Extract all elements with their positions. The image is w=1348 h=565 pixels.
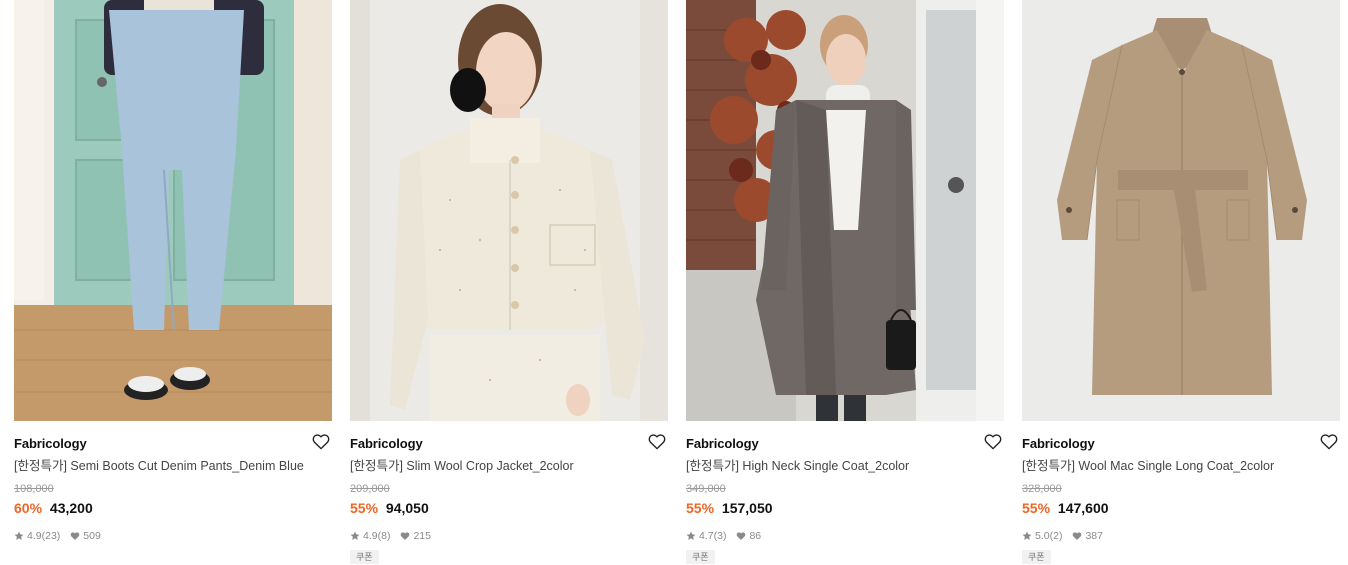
heart-filled-icon <box>70 531 80 541</box>
rating-value: 5.0 <box>1035 530 1050 542</box>
product-photo-wool-mac-coat <box>1022 0 1340 421</box>
coupon-badge: 쿠폰 <box>350 550 379 564</box>
original-price: 108,000 <box>14 483 54 495</box>
like-count: 215 <box>413 530 431 542</box>
sale-price: 94,050 <box>385 500 429 516</box>
like-count: 86 <box>749 530 762 542</box>
product-info: Fabricology [한정특가] Wool Mac Single Long … <box>1022 421 1340 565</box>
like-count: 387 <box>1085 530 1103 542</box>
review-count: (23) <box>41 530 61 542</box>
star-icon <box>14 531 24 541</box>
product-meta: 4.9 (23) 509 <box>14 530 332 542</box>
product-title[interactable]: [한정특가] Wool Mac Single Long Coat_2color <box>1022 459 1340 474</box>
discount-rate: 55% <box>1022 500 1051 516</box>
star-icon <box>350 531 360 541</box>
product-grid: Fabricology [한정특가] Semi Boots Cut Denim … <box>14 0 1340 565</box>
original-price: 209,000 <box>350 483 390 495</box>
heart-outline-icon[interactable] <box>312 433 330 450</box>
star-icon <box>1022 531 1032 541</box>
product-meta: 4.9 (8) 215 <box>350 530 668 542</box>
discount-rate: 60% <box>14 500 43 516</box>
heart-filled-icon <box>1072 531 1082 541</box>
review-count: (3) <box>713 530 727 542</box>
original-price: 349,000 <box>686 483 726 495</box>
product-title[interactable]: [한정특가] High Neck Single Coat_2color <box>686 459 1004 474</box>
product-image[interactable] <box>1022 0 1340 421</box>
product-info: Fabricology [한정특가] High Neck Single Coat… <box>686 421 1004 565</box>
product-photo-high-neck-coat <box>686 0 1004 421</box>
price-row: 55% 157,050 <box>686 500 1004 516</box>
discount-rate: 55% <box>350 500 379 516</box>
rating-value: 4.9 <box>27 530 42 542</box>
star-icon <box>686 531 696 541</box>
product-card[interactable]: Fabricology [한정특가] Semi Boots Cut Denim … <box>14 0 332 565</box>
product-meta: 5.0 (2) 387 <box>1022 530 1340 542</box>
discount-rate: 55% <box>686 500 715 516</box>
coupon-badge: 쿠폰 <box>686 550 715 564</box>
sale-price: 147,600 <box>1057 500 1109 516</box>
brand-name[interactable]: Fabricology <box>350 436 668 451</box>
product-title[interactable]: [한정특가] Semi Boots Cut Denim Pants_Denim … <box>14 459 332 474</box>
heart-filled-icon <box>400 531 410 541</box>
original-price: 328,000 <box>1022 483 1062 495</box>
like-count: 509 <box>83 530 101 542</box>
product-info: Fabricology [한정특가] Semi Boots Cut Denim … <box>14 421 332 542</box>
product-meta: 4.7 (3) 86 <box>686 530 1004 542</box>
review-count: (2) <box>1049 530 1063 542</box>
heart-outline-icon[interactable] <box>1320 433 1338 450</box>
rating-value: 4.9 <box>363 530 378 542</box>
brand-name[interactable]: Fabricology <box>1022 436 1340 451</box>
price-row: 55% 94,050 <box>350 500 668 516</box>
review-count: (8) <box>377 530 391 542</box>
sale-price: 43,200 <box>49 500 93 516</box>
product-info: Fabricology [한정특가] Slim Wool Crop Jacket… <box>350 421 668 565</box>
brand-name[interactable]: Fabricology <box>686 436 1004 451</box>
product-card[interactable]: Fabricology [한정특가] Wool Mac Single Long … <box>1022 0 1340 565</box>
price-row: 55% 147,600 <box>1022 500 1340 516</box>
price-row: 60% 43,200 <box>14 500 332 516</box>
heart-outline-icon[interactable] <box>648 433 666 450</box>
heart-filled-icon <box>736 531 746 541</box>
heart-outline-icon[interactable] <box>984 433 1002 450</box>
product-card[interactable]: Fabricology [한정특가] High Neck Single Coat… <box>686 0 1004 565</box>
product-photo-denim-pants <box>14 0 332 421</box>
product-image[interactable] <box>686 0 1004 421</box>
product-photo-wool-crop-jacket <box>350 0 668 421</box>
product-image[interactable] <box>350 0 668 421</box>
product-image[interactable] <box>14 0 332 421</box>
rating-value: 4.7 <box>699 530 714 542</box>
product-title[interactable]: [한정특가] Slim Wool Crop Jacket_2color <box>350 459 668 474</box>
brand-name[interactable]: Fabricology <box>14 436 332 451</box>
product-card[interactable]: Fabricology [한정특가] Slim Wool Crop Jacket… <box>350 0 668 565</box>
coupon-badge: 쿠폰 <box>1022 550 1051 564</box>
sale-price: 157,050 <box>721 500 773 516</box>
